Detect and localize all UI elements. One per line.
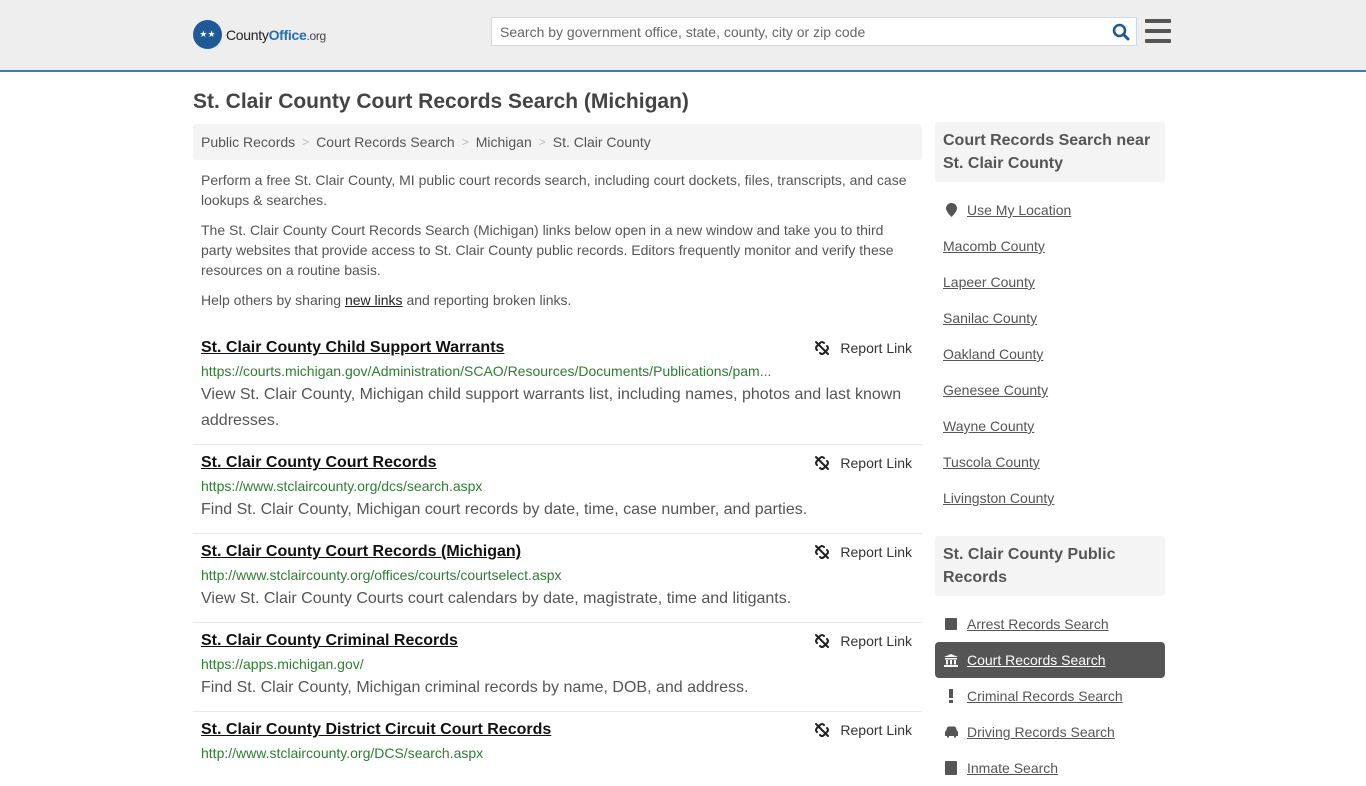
intro-text: Perform a free St. Clair County, MI publ… <box>193 170 922 310</box>
square-icon <box>943 618 959 630</box>
nearby-county-link[interactable]: Oakland County <box>943 346 1043 362</box>
search-icon <box>1112 23 1130 40</box>
result-url[interactable]: https://www.stclaircounty.org/dcs/search… <box>201 476 776 496</box>
result-description: View St. Clair County Courts court calen… <box>201 590 792 607</box>
main-content: Public Records > Court Records Search > … <box>193 124 922 773</box>
report-link-label: Report Link <box>840 633 912 649</box>
site-header: ★★ CountyOffice.org <box>0 0 1366 72</box>
public-records-link[interactable]: Court Records Search <box>967 652 1106 668</box>
page-title: St. Clair County Court Records Search (M… <box>193 90 689 113</box>
report-link-button[interactable]: Report Link <box>814 720 912 740</box>
search-input[interactable] <box>492 18 1106 45</box>
breadcrumb-court-records[interactable]: Court Records Search <box>316 134 455 150</box>
disclaimer-paragraph: The St. Clair County Court Records Searc… <box>201 222 894 278</box>
report-link-label: Report Link <box>840 544 912 560</box>
result-url[interactable]: https://courts.michigan.gov/Administrati… <box>201 361 776 381</box>
exclamation-icon <box>943 689 959 703</box>
report-link-label: Report Link <box>840 722 912 738</box>
public-records-item[interactable]: Driving Records Search <box>935 714 1165 750</box>
nearby-county-link[interactable]: Livingston County <box>943 490 1054 506</box>
nearby-county-link[interactable]: Sanilac County <box>943 310 1037 326</box>
logo[interactable]: ★★ CountyOffice.org <box>193 20 326 49</box>
nearby-county-item[interactable]: Macomb County <box>935 228 1165 264</box>
car-icon <box>943 726 959 738</box>
report-link-button[interactable]: Report Link <box>814 338 912 358</box>
breadcrumb-public-records[interactable]: Public Records <box>201 134 295 150</box>
broken-link-icon <box>815 545 830 559</box>
report-link-button[interactable]: Report Link <box>814 631 912 651</box>
sidebar: Court Records Search near St. Clair Coun… <box>935 122 1165 786</box>
nearby-county-item[interactable]: Sanilac County <box>935 300 1165 336</box>
public-records-item[interactable]: Arrest Records Search <box>935 606 1165 642</box>
result-title-link[interactable]: St. Clair County Child Support Warrants <box>201 338 504 358</box>
result-item: St. Clair County Child Support Warrants … <box>193 330 922 445</box>
breadcrumb-michigan[interactable]: Michigan <box>476 134 532 150</box>
nearby-county-link[interactable]: Lapeer County <box>943 274 1035 290</box>
result-item: St. Clair County Criminal Records Report… <box>193 623 922 712</box>
broken-link-icon <box>815 723 830 737</box>
nearby-county-item[interactable]: Lapeer County <box>935 264 1165 300</box>
result-url[interactable]: http://www.stclaircounty.org/DCS/search.… <box>201 743 776 763</box>
broken-link-icon <box>815 456 830 470</box>
report-link-button[interactable]: Report Link <box>814 453 912 473</box>
result-title-link[interactable]: St. Clair County District Circuit Court … <box>201 720 551 740</box>
nearby-county-item[interactable]: Wayne County <box>935 408 1165 444</box>
nearby-list: Use My Location Macomb County Lapeer Coun… <box>935 192 1165 516</box>
result-title-link[interactable]: St. Clair County Court Records (Michigan… <box>201 542 521 562</box>
result-item: St. Clair County Court Records (Michigan… <box>193 534 922 623</box>
nearby-county-item[interactable]: Oakland County <box>935 336 1165 372</box>
hamburger-menu-icon[interactable] <box>1145 19 1171 43</box>
search-button[interactable] <box>1106 18 1136 45</box>
nearby-county-link[interactable]: Wayne County <box>943 418 1034 434</box>
inmate-icon <box>943 761 959 775</box>
results-list: St. Clair County Child Support Warrants … <box>193 330 922 773</box>
public-records-item[interactable]: Inmate Search <box>935 750 1165 786</box>
breadcrumb: Public Records > Court Records Search > … <box>193 124 922 160</box>
breadcrumb-separator-icon: > <box>461 135 469 149</box>
search-bar <box>491 17 1137 46</box>
result-description: Find St. Clair County, Michigan criminal… <box>201 679 749 696</box>
broken-link-icon <box>815 341 830 355</box>
nearby-county-item[interactable]: Genesee County <box>935 372 1165 408</box>
public-records-link[interactable]: Criminal Records Search <box>967 688 1123 704</box>
public-records-list: Arrest Records Search Court Records Searc… <box>935 606 1165 786</box>
courthouse-icon <box>943 653 959 667</box>
report-link-label: Report Link <box>840 455 912 471</box>
broken-link-icon <box>815 634 830 648</box>
report-link-label: Report Link <box>840 340 912 356</box>
public-records-link[interactable]: Inmate Search <box>967 760 1058 776</box>
nearby-heading: Court Records Search near St. Clair Coun… <box>935 122 1165 182</box>
result-item: St. Clair County District Circuit Court … <box>193 712 922 773</box>
nearby-county-link[interactable]: Genesee County <box>943 382 1048 398</box>
result-description: Find St. Clair County, Michigan court re… <box>201 501 808 518</box>
result-description: View St. Clair County, Michigan child su… <box>201 386 902 429</box>
breadcrumb-separator-icon: > <box>538 135 546 149</box>
breadcrumb-separator-icon: > <box>302 135 310 149</box>
logo-text: CountyOffice.org <box>226 26 326 43</box>
breadcrumb-st-clair-county[interactable]: St. Clair County <box>553 134 651 150</box>
public-records-item[interactable]: Court Records Search <box>935 642 1165 678</box>
use-location-item[interactable]: Use My Location <box>935 192 1165 228</box>
result-title-link[interactable]: St. Clair County Court Records <box>201 453 437 473</box>
nearby-county-item[interactable]: Tuscola County <box>935 444 1165 480</box>
result-item: St. Clair County Court Records Report Li… <box>193 445 922 534</box>
new-links-link[interactable]: new links <box>345 292 403 308</box>
public-records-item[interactable]: Criminal Records Search <box>935 678 1165 714</box>
public-records-link[interactable]: Arrest Records Search <box>967 616 1109 632</box>
nearby-county-item[interactable]: Livingston County <box>935 480 1165 516</box>
public-records-link[interactable]: Driving Records Search <box>967 724 1115 740</box>
report-link-button[interactable]: Report Link <box>814 542 912 562</box>
result-title-link[interactable]: St. Clair County Criminal Records <box>201 631 458 651</box>
nearby-county-link[interactable]: Macomb County <box>943 238 1045 254</box>
eagle-badge-icon: ★★ <box>193 20 222 49</box>
intro-paragraph: Perform a free St. Clair County, MI publ… <box>201 172 907 208</box>
help-paragraph: Help others by sharing new links and rep… <box>201 292 572 308</box>
map-marker-icon <box>943 203 959 217</box>
public-records-heading: St. Clair County Public Records <box>935 536 1165 596</box>
use-location-link[interactable]: Use My Location <box>967 202 1071 218</box>
nearby-county-link[interactable]: Tuscola County <box>943 454 1040 470</box>
result-url[interactable]: https://apps.michigan.gov/ <box>201 654 776 674</box>
result-url[interactable]: http://www.stclaircounty.org/offices/cou… <box>201 565 776 585</box>
